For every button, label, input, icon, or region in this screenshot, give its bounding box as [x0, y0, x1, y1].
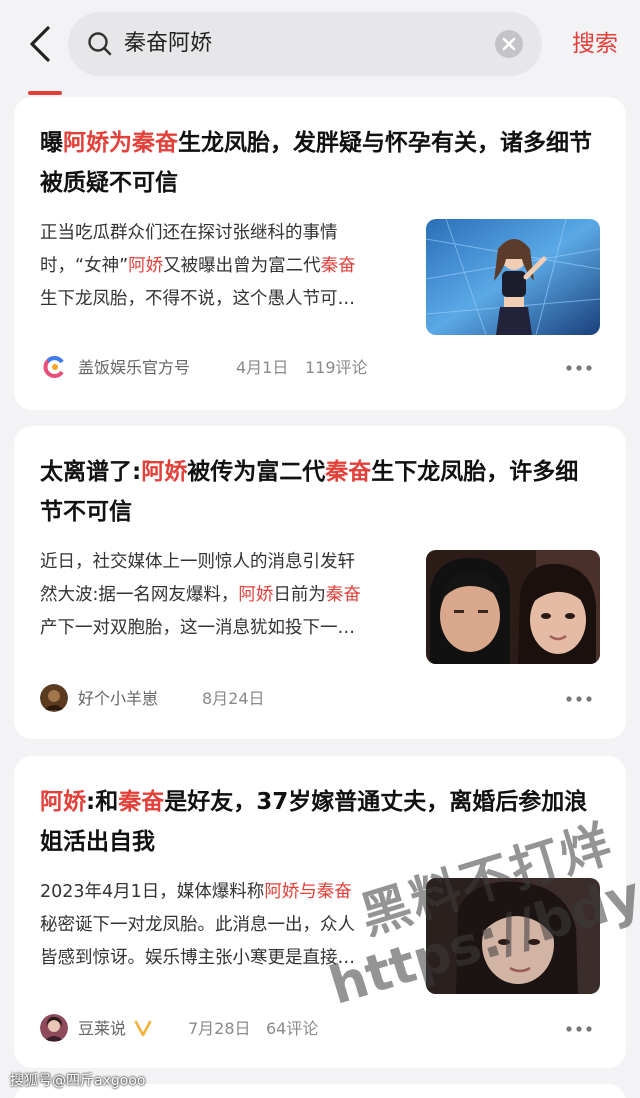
woman-on-stage-photo [426, 219, 600, 335]
source-logo-icon [40, 353, 68, 381]
keyword-highlight: 阿娇 [238, 585, 274, 605]
card-meta: 盖饭娱乐官方号 4月1日 119评论 [40, 353, 600, 383]
publish-date: 7月28日 [188, 1019, 251, 1038]
card-summary: 正当吃瓜群众们还在探讨张继科的事情 时，“女神”阿娇又被曝出曾为富二代秦奋 生下龙凤… [40, 217, 412, 316]
search-query-text[interactable]: 秦奋阿娇 [124, 12, 212, 76]
source-name[interactable]: 好个小羊崽 [78, 684, 158, 714]
comment-count: 64评论 [266, 1019, 319, 1038]
card-title[interactable]: 太离谱了:阿娇被传为富二代秦奋生下龙凤胎，许多细节不可信 [40, 452, 600, 532]
text-segment: 又被曝出曾为富二代 [163, 256, 321, 276]
text-segment: 生下龙凤胎，不得不说，这个愚人节可… [40, 289, 355, 309]
source-name[interactable]: 盖饭娱乐官方号 [78, 353, 190, 383]
woman-closeup-photo [426, 878, 600, 994]
card-thumbnail[interactable] [426, 550, 600, 664]
text-segment: :和 [86, 789, 119, 815]
text-segment: 然大波:据一名网友爆料， [40, 585, 239, 605]
card-thumbnail[interactable] [426, 878, 600, 994]
summary-line: 2023年4月1日，媒体爆料称阿娇与秦奋 [40, 876, 412, 909]
summary-line: 产下一对双胞胎，这一消息犹如投下一… [40, 612, 412, 645]
text-segment: 皆感到惊讶。娱乐博主张小寒更是直接… [40, 948, 355, 968]
news-card-1[interactable]: 曝阿娇为秦奋生龙凤胎，发胖疑与怀孕有关，诸多细节被质疑不可信 正当吃瓜群众们还在… [14, 97, 626, 410]
keyword-highlight: 阿娇 [128, 256, 164, 276]
text-segment: 秘密诞下一对龙凤胎。此消息一出，众人 [40, 915, 355, 935]
keyword-highlight: 秦奋 [320, 256, 356, 276]
card-meta: 好个小羊崽 8月24日 [40, 684, 600, 714]
keyword-highlight: 阿娇 [40, 789, 86, 815]
more-options-button[interactable] [562, 686, 596, 712]
keyword-highlight: 阿娇与秦奋 [264, 882, 352, 902]
text-segment: 产下一对双胞胎，这一消息犹如投下一… [40, 618, 355, 638]
more-icon [566, 1026, 592, 1032]
chevron-left-icon [30, 26, 50, 62]
text-segment: 曝 [40, 130, 63, 156]
more-options-button[interactable] [562, 1016, 596, 1042]
clear-icon[interactable] [494, 29, 524, 59]
summary-line: 皆感到惊讶。娱乐博主张小寒更是直接… [40, 942, 412, 975]
summary-line: 时，“女神”阿娇又被曝出曾为富二代秦奋 [40, 250, 412, 283]
source-avatar[interactable] [40, 1014, 68, 1042]
source-avatar[interactable] [40, 353, 68, 381]
summary-line: 近日，社交媒体上一则惊人的消息引发轩 [40, 546, 412, 579]
back-button[interactable] [22, 22, 62, 66]
text-segment: 时，“女神” [40, 256, 129, 276]
source-avatar[interactable] [40, 684, 68, 712]
avatar-photo-icon [40, 684, 68, 712]
summary-line: 正当吃瓜群众们还在探讨张继科的事情 [40, 217, 412, 250]
publish-date: 8月24日 [202, 689, 265, 708]
comment-count: 119评论 [305, 358, 368, 377]
text-segment: 太离谱了: [40, 459, 142, 485]
card-title[interactable]: 阿娇:和秦奋是好友，37岁嫁普通丈夫，离婚后参加浪姐活出自我 [40, 782, 600, 862]
text-segment: 日前为 [273, 585, 326, 605]
publish-date: 4月1日 [236, 358, 289, 377]
card-summary: 近日，社交媒体上一则惊人的消息引发轩 然大波:据一名网友爆料，阿娇日前为秦奋 产下一… [40, 546, 412, 645]
card-summary: 2023年4月1日，媒体爆料称阿娇与秦奋秘密诞下一对龙凤胎。此消息一出，众人 皆感… [40, 876, 412, 975]
avatar-photo-icon [40, 1014, 68, 1042]
summary-line: 然大波:据一名网友爆料，阿娇日前为秦奋 [40, 579, 412, 612]
verified-v-icon [134, 1020, 152, 1037]
card-meta: 豆莱说 7月28日 64评论 [40, 1014, 600, 1044]
search-button[interactable]: 搜索 [560, 0, 630, 88]
keyword-highlight: 阿娇为秦奋 [63, 130, 178, 156]
keyword-highlight: 秦奋 [118, 789, 165, 815]
more-icon [566, 696, 592, 702]
text-segment: 2023年4月1日，媒体爆料称 [40, 882, 265, 902]
couple-selfie-photo [426, 550, 600, 664]
card-thumbnail[interactable] [426, 219, 600, 335]
summary-line: 秘密诞下一对龙凤胎。此消息一出，众人 [40, 909, 412, 942]
text-segment: 正当吃瓜群众们还在探讨张继科的事情 [40, 223, 338, 243]
keyword-highlight: 秦奋 [325, 459, 372, 485]
search-input[interactable]: 秦奋阿娇 [68, 12, 542, 76]
news-card-3[interactable]: 阿娇:和秦奋是好友，37岁嫁普通丈夫，离婚后参加浪姐活出自我 2023年4月1日… [14, 756, 626, 1068]
search-header: 秦奋阿娇 搜索 [0, 0, 640, 96]
more-icon [566, 365, 592, 371]
active-tab-indicator [28, 91, 62, 95]
search-icon [88, 32, 112, 56]
text-segment: 近日，社交媒体上一则惊人的消息引发轩 [40, 552, 355, 572]
keyword-highlight: 秦奋 [325, 585, 361, 605]
text-segment: 被传为富二代 [187, 459, 326, 485]
news-card-2[interactable]: 太离谱了:阿娇被传为富二代秦奋生下龙凤胎，许多细节不可信 近日，社交媒体上一则惊… [14, 426, 626, 739]
more-options-button[interactable] [562, 355, 596, 381]
card-title[interactable]: 曝阿娇为秦奋生龙凤胎，发胖疑与怀孕有关，诸多细节被质疑不可信 [40, 123, 600, 203]
keyword-highlight: 阿娇 [141, 459, 188, 485]
source-name[interactable]: 豆莱说 [78, 1014, 126, 1044]
source-watermark: 搜狐号@四斤axgooo [10, 1073, 146, 1089]
summary-line: 生下龙凤胎，不得不说，这个愚人节可… [40, 283, 412, 316]
